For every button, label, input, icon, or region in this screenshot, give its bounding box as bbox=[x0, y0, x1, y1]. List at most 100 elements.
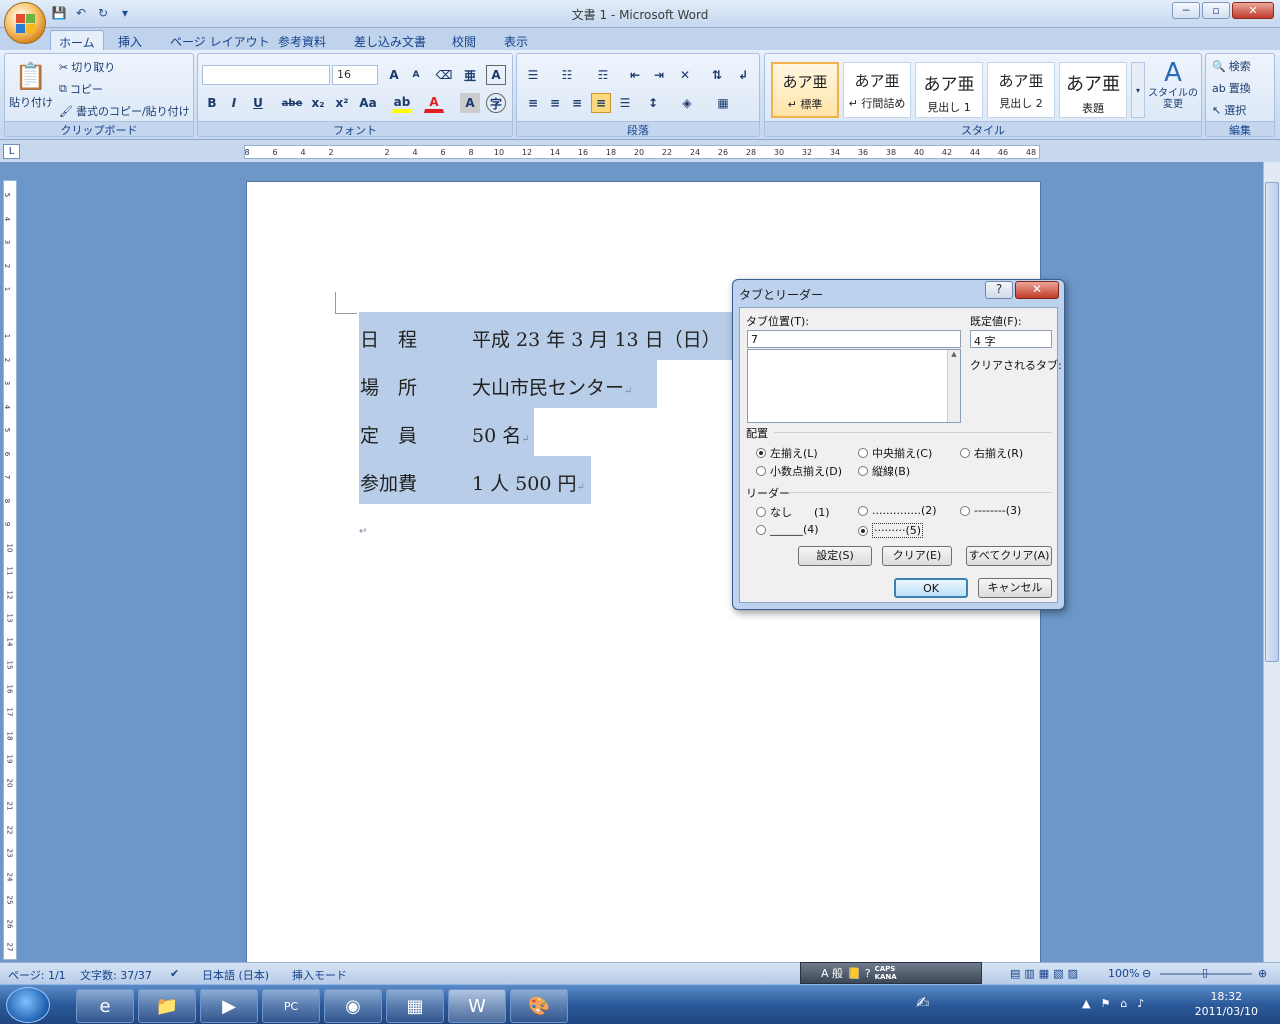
highlight-icon[interactable]: ab bbox=[392, 93, 412, 113]
pen-icon[interactable]: ✍ bbox=[916, 993, 929, 1012]
minimize-button[interactable]: ─ bbox=[1172, 2, 1200, 19]
replace-button[interactable]: ab 置換 bbox=[1212, 80, 1251, 96]
line-spacing-icon[interactable]: ↕ bbox=[643, 93, 663, 113]
save-icon[interactable]: 💾 bbox=[50, 5, 68, 21]
vertical-scrollbar[interactable] bbox=[1263, 162, 1280, 962]
change-case-button[interactable]: Aa bbox=[358, 93, 378, 113]
decrease-indent-icon[interactable]: ⇤ bbox=[625, 65, 645, 85]
align-right-icon[interactable]: ≡ bbox=[567, 93, 587, 113]
paint-icon[interactable]: 🎨 bbox=[510, 989, 568, 1023]
insert-mode[interactable]: 挿入モード bbox=[292, 967, 347, 983]
underline-button[interactable]: U bbox=[248, 93, 268, 113]
radio-align-left[interactable]: 左揃え(L) bbox=[756, 445, 818, 461]
doc-value[interactable]: 大山市民センター↵ bbox=[472, 373, 632, 400]
shading-icon[interactable]: ◈ bbox=[677, 93, 697, 113]
radio-leader-1[interactable]: なし (1) bbox=[756, 504, 830, 520]
view-buttons-icon[interactable]: ▤▥▦▧▨ bbox=[1010, 967, 1082, 980]
shrink-font-button[interactable]: A bbox=[406, 65, 426, 85]
clear-button[interactable]: クリア(E) bbox=[882, 546, 952, 566]
ime-help-icon[interactable]: ? bbox=[865, 967, 871, 980]
tab-insert[interactable]: 挿入 bbox=[110, 30, 150, 50]
style-normal[interactable]: あア亜 ↵ 標準 bbox=[771, 62, 839, 118]
proofing-icon[interactable]: ✔ bbox=[170, 967, 179, 980]
tab-review[interactable]: 校閲 bbox=[444, 30, 484, 50]
dialog-close-button[interactable]: ✕ bbox=[1015, 281, 1059, 299]
change-styles-button[interactable]: A スタイルの変更 bbox=[1147, 58, 1199, 110]
tab-position-input[interactable]: 7 bbox=[747, 330, 961, 348]
set-button[interactable]: 設定(S) bbox=[798, 546, 872, 566]
radio-leader-5[interactable]: ·········(5) bbox=[858, 523, 924, 538]
office-button[interactable] bbox=[4, 2, 46, 44]
style-heading2[interactable]: あア亜 見出し 2 bbox=[987, 62, 1055, 118]
increase-indent-icon[interactable]: ⇥ bbox=[649, 65, 669, 85]
radio-align-bar[interactable]: 縦線(B) bbox=[858, 463, 910, 479]
scrollbar-thumb[interactable] bbox=[1265, 182, 1279, 662]
tab-page-layout[interactable]: ページ レイアウト bbox=[162, 30, 278, 50]
doc-line[interactable]: 場 所 bbox=[360, 373, 417, 400]
distribute-icon[interactable]: ☰ bbox=[615, 93, 635, 113]
align-left-icon[interactable]: ≡ bbox=[523, 93, 543, 113]
font-name-dropdown[interactable] bbox=[202, 65, 330, 85]
italic-button[interactable]: I bbox=[224, 93, 244, 113]
firefox-icon[interactable]: ◉ bbox=[324, 989, 382, 1023]
radio-align-center[interactable]: 中央揃え(C) bbox=[858, 445, 932, 461]
doc-value[interactable]: 平成 23 年 3 月 13 日（日） bbox=[472, 325, 721, 352]
select-button[interactable]: ↖ 選択 bbox=[1212, 102, 1246, 118]
styles-scroll-icon[interactable]: ▾ bbox=[1131, 62, 1145, 118]
zoom-out-icon[interactable]: ⊖ bbox=[1142, 967, 1151, 980]
doc-line[interactable]: 定 員 bbox=[360, 421, 417, 448]
grow-font-button[interactable]: A bbox=[384, 65, 404, 85]
cut-button[interactable]: ✂ 切り取り bbox=[59, 59, 115, 75]
subscript-button[interactable]: x₂ bbox=[308, 93, 328, 113]
align-center-icon[interactable]: ≡ bbox=[545, 93, 565, 113]
phonetic-guide-icon[interactable]: 亜 bbox=[460, 65, 480, 85]
tab-mailings[interactable]: 差し込み文書 bbox=[346, 30, 434, 50]
language-indicator[interactable]: 日本語 (日本) bbox=[202, 967, 269, 983]
restore-button[interactable]: ▫ bbox=[1202, 2, 1230, 19]
clear-format-icon[interactable]: ⌫ bbox=[434, 65, 454, 85]
list-scroll-icon[interactable]: ▲ bbox=[947, 350, 960, 422]
paste-button[interactable]: 📋 貼り付け bbox=[9, 62, 53, 110]
char-scaling-icon[interactable]: ✕ bbox=[675, 65, 695, 85]
zoom-in-icon[interactable]: ⊕ bbox=[1258, 967, 1267, 980]
copy-button[interactable]: ⧉ コピー bbox=[59, 81, 103, 97]
strikethrough-button[interactable]: abe bbox=[282, 93, 303, 113]
cancel-button[interactable]: キャンセル bbox=[978, 578, 1052, 598]
zoom-thumb[interactable]: ▯ bbox=[1202, 966, 1208, 979]
doc-line[interactable]: 参加費 bbox=[360, 469, 417, 496]
tab-view[interactable]: 表示 bbox=[496, 30, 536, 50]
numbering-icon[interactable]: ☷ bbox=[557, 65, 577, 85]
radio-leader-2[interactable]: ..............(2) bbox=[858, 504, 937, 517]
tab-selector[interactable]: L bbox=[3, 144, 20, 159]
explorer-icon[interactable]: 📁 bbox=[138, 989, 196, 1023]
bullets-icon[interactable]: ☰ bbox=[523, 65, 543, 85]
word-count[interactable]: 文字数: 37/37 bbox=[80, 967, 152, 983]
redo-icon[interactable]: ↻ bbox=[94, 5, 112, 21]
radio-align-right[interactable]: 右揃え(R) bbox=[960, 445, 1023, 461]
horizontal-ruler[interactable]: 8 6 4 2 2 4 6 8 10 12 14 16 18 20 22 24 26 28 30 32 34 36 38 40… bbox=[244, 145, 1040, 159]
bold-button[interactable]: B bbox=[202, 93, 222, 113]
font-size-dropdown[interactable]: 16 bbox=[332, 65, 378, 85]
show-marks-icon[interactable]: ↲ bbox=[733, 65, 753, 85]
clear-all-button[interactable]: すべてクリア(A) bbox=[966, 546, 1052, 566]
radio-leader-3[interactable]: --------(3) bbox=[960, 504, 1021, 517]
enclosed-char-icon[interactable]: 字 bbox=[486, 93, 506, 113]
qat-more-icon[interactable]: ▾ bbox=[116, 5, 134, 21]
sort-icon[interactable]: ⇅ bbox=[707, 65, 727, 85]
calculator-icon[interactable]: ▦ bbox=[386, 989, 444, 1023]
tray-clock[interactable]: 18:32 2011/03/10 bbox=[1195, 989, 1258, 1019]
page-count[interactable]: ページ: 1/1 bbox=[8, 967, 66, 983]
doc-line[interactable]: 日 程 bbox=[360, 325, 417, 352]
default-tab-spinner[interactable]: 4 字 bbox=[970, 330, 1052, 348]
close-button[interactable]: ✕ bbox=[1232, 2, 1274, 19]
tab-references[interactable]: 参考資料 bbox=[270, 30, 334, 50]
undo-icon[interactable]: ↶ bbox=[72, 5, 90, 21]
pc-app-icon[interactable]: PC bbox=[262, 989, 320, 1023]
borders-icon[interactable]: ▦ bbox=[713, 93, 733, 113]
radio-align-decimal[interactable]: 小数点揃え(D) bbox=[756, 463, 842, 479]
word-taskbar-icon[interactable]: W bbox=[448, 989, 506, 1023]
ime-tools-icon[interactable]: 📒 bbox=[847, 967, 861, 980]
tab-home[interactable]: ホーム bbox=[50, 30, 104, 50]
start-button[interactable] bbox=[6, 987, 50, 1023]
ime-mode[interactable]: A 般 bbox=[821, 965, 843, 981]
